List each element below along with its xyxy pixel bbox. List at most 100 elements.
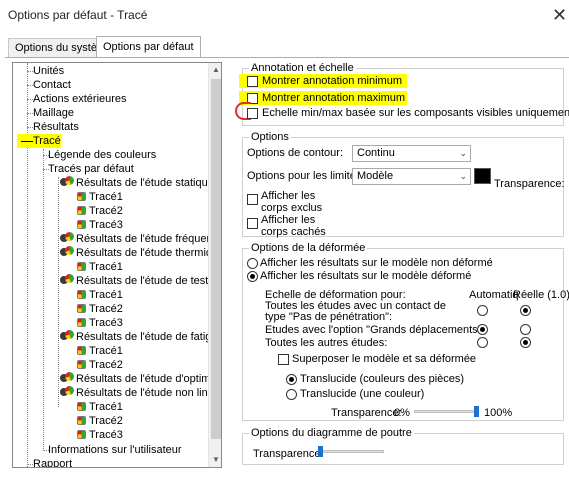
study-icon (60, 330, 74, 342)
tree-item-trace3[interactable]: Tracé3 (77, 218, 123, 232)
study-icon (60, 274, 74, 286)
row-no-penetration-label: Toutes les études avec un contact de typ… (265, 300, 447, 323)
scale-visible-checkbox[interactable] (247, 108, 258, 119)
tree-item-etude-non-lineaire[interactable]: Résultats de l'étude non linéair (60, 386, 208, 400)
tree-item-contact[interactable]: Contact (33, 78, 71, 92)
deformed-group-title: Options de la déformée (249, 242, 368, 254)
limits-select[interactable]: Modèle ⌄ (352, 168, 471, 185)
tree-item-trace1[interactable]: Tracé1 (77, 288, 123, 302)
plot-icon (77, 346, 86, 355)
tab-default-options[interactable]: Options par défaut (96, 36, 201, 58)
study-icon (60, 372, 74, 384)
plot-icon (77, 206, 86, 215)
show-hidden-checkbox[interactable] (247, 218, 258, 229)
translucent-single-radio[interactable] (286, 389, 297, 400)
limit-color-swatch[interactable] (474, 168, 491, 184)
tree-item-label: Résultats de l'étude statique (76, 177, 208, 189)
tree-item-trace1[interactable]: Tracé1 (77, 400, 123, 414)
annotation-group-title: Annotation et échelle (249, 62, 356, 74)
tree-item-etude-thermique[interactable]: Résultats de l'étude thermique (60, 246, 208, 260)
scroll-thumb[interactable] (211, 79, 221, 439)
tree-content: Unités Contact Actions extérieures Maill… (13, 63, 208, 467)
chevron-down-icon: ⌄ (459, 171, 467, 181)
transparence-min-label: 0% (394, 407, 410, 419)
tree-item-etude-optimisation[interactable]: Résultats de l'étude d'optimisa (60, 372, 208, 386)
translucent-parts-radio[interactable] (286, 374, 297, 385)
beam-transparence-label: Transparence: (253, 448, 324, 460)
tree-item-label: Résultats de l'étude d'optimisa (76, 373, 208, 385)
tree-item-label: Tracé2 (89, 359, 123, 371)
tree-item-trace1[interactable]: Tracé1 (77, 190, 123, 204)
scroll-down-icon[interactable]: ▼ (209, 453, 221, 467)
tree-item-resultats[interactable]: Résultats (33, 120, 79, 134)
deformed-slider-thumb[interactable] (473, 406, 479, 417)
tree-item-trace[interactable]: Tracé (33, 134, 61, 148)
close-icon[interactable]: ✕ (550, 4, 569, 26)
transparence-max-label: 100% (484, 407, 513, 419)
tree-item-informations-utilisateur[interactable]: Informations sur l'utilisateur (48, 443, 182, 457)
plot-icon (77, 304, 86, 313)
options-tree[interactable]: Unités Contact Actions extérieures Maill… (12, 62, 222, 468)
tree-item-trace3[interactable]: Tracé3 (77, 316, 123, 330)
scroll-up-icon[interactable]: ▲ (209, 63, 221, 77)
deformed-radio[interactable] (247, 271, 258, 282)
show-min-checkbox[interactable] (247, 76, 258, 87)
contour-select[interactable]: Continu ⌄ (352, 145, 471, 162)
row1-real-radio[interactable] (520, 305, 531, 316)
tree-item-actions-exterieures[interactable]: Actions extérieures (33, 92, 127, 106)
plot-icon (77, 360, 86, 369)
deformed-transparence-slider[interactable] (414, 410, 479, 413)
tree-item-etude-test-chute[interactable]: Résultats de l'étude de test de c (60, 274, 208, 288)
tree-item-etude-fatigue[interactable]: Résultats de l'étude de fatigue (60, 330, 208, 344)
show-excluded-label: Afficher les corps exclus (261, 190, 323, 214)
tree-item-unites[interactable]: Unités (33, 64, 64, 78)
beam-group-title: Options du diagramme de poutre (249, 427, 414, 439)
transparence-label: Transparence: (494, 178, 565, 190)
beam-transparence-slider[interactable] (318, 450, 384, 453)
tree-item-trace2[interactable]: Tracé2 (77, 204, 123, 218)
show-max-label: Montrer annotation maximum (262, 92, 406, 104)
tree-item-trace1[interactable]: Tracé1 (77, 260, 123, 274)
tree-item-rapport[interactable]: Rapport (33, 457, 72, 467)
tree-item-maillage[interactable]: Maillage (33, 106, 74, 120)
row-other-label: Toutes les autres études: (265, 337, 388, 349)
tree-item-traces-par-defaut[interactable]: Tracés par défaut (48, 162, 134, 176)
show-excluded-checkbox[interactable] (247, 194, 258, 205)
tree-item-trace2[interactable]: Tracé2 (77, 414, 123, 428)
study-icon (60, 176, 74, 188)
tree-item-label: Tracé2 (89, 303, 123, 315)
superimpose-checkbox[interactable] (278, 354, 289, 365)
tree-item-trace1[interactable]: Tracé1 (77, 344, 123, 358)
row3-auto-radio[interactable] (477, 337, 488, 348)
deformed-group: Options de la déformée Afficher les résu… (242, 242, 569, 421)
tree-item-legende-couleurs[interactable]: Légende des couleurs (48, 148, 156, 162)
tree-scrollbar[interactable]: ▲ ▼ (208, 63, 221, 467)
tree-item-label: Résultats de l'étude de fatigue (76, 331, 208, 343)
row2-real-radio[interactable] (520, 324, 531, 335)
beam-group: Options du diagramme de poutre Transpare… (242, 427, 564, 465)
row1-auto-radio[interactable] (477, 305, 488, 316)
undeformed-label: Afficher les résultats sur le modèle non… (260, 257, 493, 269)
tree-item-trace2[interactable]: Tracé2 (77, 358, 123, 372)
tree-item-label: Résultats de l'étude fréquentiel (76, 233, 208, 245)
tree-item-label: Tracé3 (89, 429, 123, 441)
tree-item-etude-frequentielle[interactable]: Résultats de l'étude fréquentiel (60, 232, 208, 246)
tree-item-etude-statique[interactable]: Résultats de l'étude statique (60, 176, 208, 190)
row3-real-radio[interactable] (520, 337, 531, 348)
tree-item-trace2[interactable]: Tracé2 (77, 302, 123, 316)
deformed-label: Afficher les résultats sur le modèle déf… (260, 270, 472, 282)
limits-label: Options pour les limites: (247, 170, 365, 182)
col-real-header: Réelle (1.0) (513, 289, 569, 301)
tree-item-label: Tracé2 (89, 415, 123, 427)
tree-item-label: Tracé1 (89, 289, 123, 301)
tree-item-trace3[interactable]: Tracé3 (77, 428, 123, 442)
tree-item-label: Résultats de l'étude non linéair (76, 387, 208, 399)
row2-auto-radio[interactable] (477, 324, 488, 335)
options-group-title: Options (249, 131, 291, 143)
row-large-disp-label: Etudes avec l'option "Grands déplacement… (265, 324, 485, 336)
plot-icon (77, 192, 86, 201)
undeformed-radio[interactable] (247, 258, 258, 269)
plot-icon (77, 290, 86, 299)
beam-slider-thumb[interactable] (318, 446, 323, 457)
tree-line (58, 177, 59, 407)
